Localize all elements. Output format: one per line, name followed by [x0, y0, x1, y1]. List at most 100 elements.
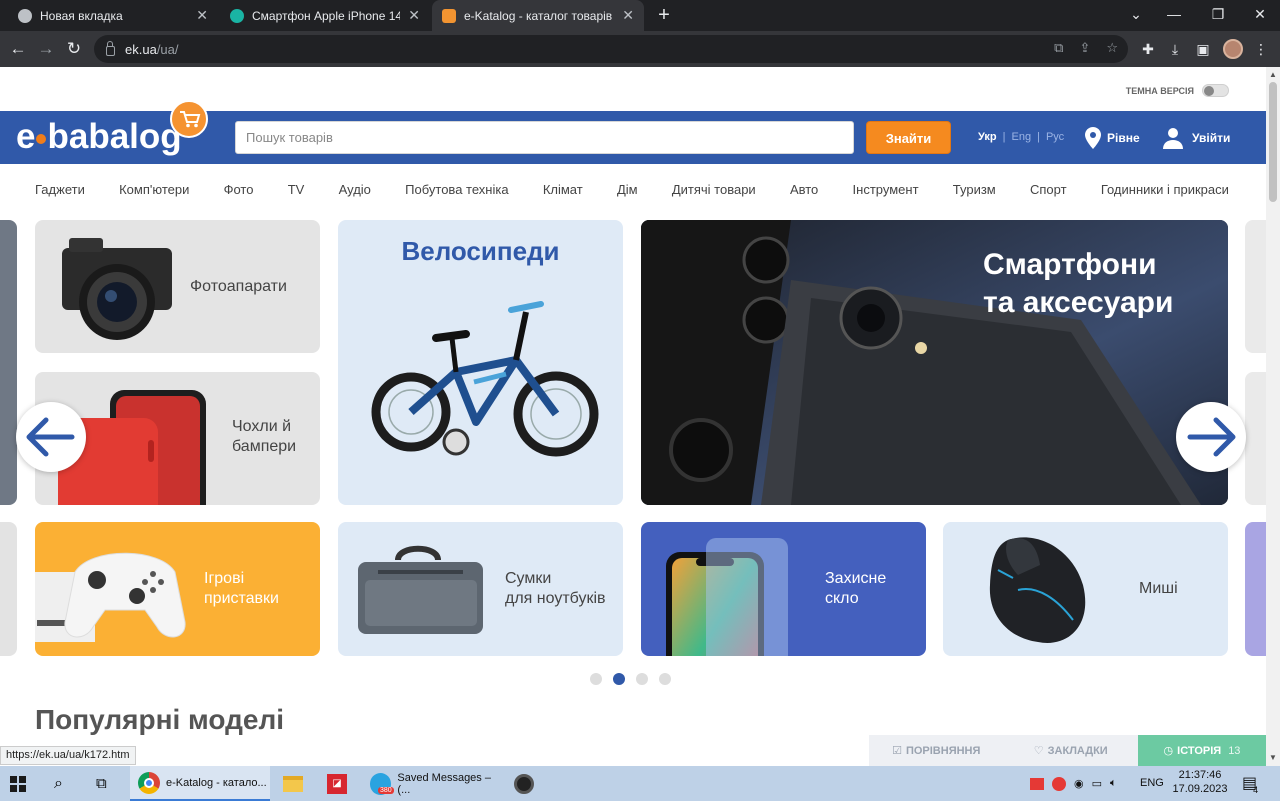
close-tab-icon[interactable]: ✕ [622, 7, 634, 24]
nav-gadgets[interactable]: Гаджети [35, 182, 85, 200]
tab-ekatalog[interactable]: e-Katalog - каталог товарів і цін ✕ [432, 0, 644, 31]
bicycle-image [371, 301, 599, 457]
slider-next-button[interactable] [1176, 402, 1246, 472]
windows-logo-icon [10, 775, 26, 792]
menu-dots-icon[interactable]: ⋮ [1252, 40, 1270, 58]
share-icon[interactable]: ⇪ [1079, 40, 1090, 56]
close-window-button[interactable]: ✕ [1240, 0, 1280, 31]
tab-search-icon[interactable]: ⌄ [1116, 0, 1156, 31]
address-bar[interactable]: ek.ua/ua/ ⧉ ⇪ ☆ [94, 35, 1128, 63]
page-scrollbar[interactable]: ▲ ▼ [1266, 67, 1280, 766]
compare-button[interactable]: ☑ ПОРІВНЯННЯ [869, 735, 1004, 766]
profile-avatar[interactable] [1223, 39, 1243, 59]
minimize-button[interactable]: — [1154, 0, 1194, 31]
scroll-up-icon[interactable]: ▲ [1269, 70, 1277, 79]
tray-app-icon[interactable] [1052, 776, 1066, 791]
next-slide-peek [1245, 522, 1266, 656]
card-bicycles[interactable]: Велосипеди [338, 220, 623, 505]
nav-tools[interactable]: Інструмент [853, 182, 919, 200]
card-laptop-bags[interactable]: Сумки для ноутбуків [338, 522, 623, 656]
nav-sport[interactable]: Спорт [1030, 182, 1067, 200]
nav-computers[interactable]: Комп'ютери [119, 182, 189, 200]
nav-auto[interactable]: Авто [790, 182, 818, 200]
obs-icon[interactable] [514, 766, 534, 801]
clock[interactable]: 21:37:46 17.09.2023 [1172, 766, 1228, 801]
bookmark-star-icon[interactable]: ☆ [1106, 40, 1118, 56]
history-label: ІСТОРІЯ [1177, 744, 1222, 757]
tray-app-icon[interactable] [1030, 777, 1044, 790]
nav-home[interactable]: Дім [617, 182, 638, 200]
start-button[interactable] [10, 766, 30, 801]
city-selector[interactable]: Рівне [1085, 127, 1140, 149]
system-tray: ◉ ▭ 🔈︎ [1030, 766, 1130, 801]
bookmarks-label: ЗАКЛАДКИ [1047, 744, 1108, 757]
bottom-tools-bar: ☑ ПОРІВНЯННЯ ♡ ЗАКЛАДКИ ◷ ІСТОРІЯ 13 [869, 735, 1266, 766]
nav-tv[interactable]: TV [288, 182, 305, 200]
volume-icon[interactable]: 🔈︎ [1110, 777, 1117, 790]
maximize-button[interactable]: ❐ [1198, 0, 1238, 31]
forward-arrow-icon[interactable]: → [34, 37, 58, 61]
taskbar-chrome[interactable]: e-Katalog - катало... [130, 766, 270, 801]
amd-software-icon[interactable]: ◪ [327, 766, 347, 801]
translate-icon[interactable]: ⧉ [1054, 40, 1063, 56]
card-title: Сумки [505, 570, 552, 587]
side-panel-icon[interactable]: ▣ [1194, 40, 1212, 58]
nav-watches[interactable]: Годинники і прикраси [1101, 182, 1229, 200]
nav-climate[interactable]: Клімат [543, 182, 583, 200]
chrome-icon [18, 8, 32, 23]
input-language[interactable]: ENG [1140, 766, 1164, 801]
slider-dot[interactable] [659, 673, 671, 685]
file-explorer-icon[interactable] [283, 766, 303, 801]
extensions-icon[interactable]: ✚ [1139, 40, 1157, 58]
url-path: /ua/ [156, 41, 179, 57]
scroll-down-icon[interactable]: ▼ [1269, 753, 1277, 762]
slider-dot-active[interactable] [613, 673, 625, 685]
new-tab-button[interactable]: + [652, 3, 676, 27]
history-count: 13 [1228, 744, 1241, 757]
lang-eng[interactable]: Eng [1012, 131, 1032, 143]
card-mice[interactable]: Миші [943, 522, 1228, 656]
dark-mode-toggle[interactable] [1202, 84, 1229, 97]
task-view-icon[interactable]: ⧉ [96, 766, 107, 801]
site-logo[interactable]: e babalog [16, 117, 182, 157]
network-icon[interactable]: ▭ [1092, 777, 1102, 790]
tab-iphone[interactable]: Смартфон Apple iPhone 14 Pro ✕ [220, 0, 430, 31]
nav-tourism[interactable]: Туризм [953, 182, 996, 200]
tab-new-tab[interactable]: Новая вкладка ✕ [8, 0, 218, 31]
card-screen-protectors[interactable]: Захисне скло [641, 522, 926, 656]
tab-title: Новая вкладка [40, 8, 123, 23]
card-cameras[interactable]: Фотоапарати [35, 220, 320, 353]
scrollbar-thumb[interactable] [1269, 82, 1277, 202]
notification-center[interactable]: ▤4 [1242, 766, 1262, 801]
search-input[interactable] [236, 122, 853, 153]
nav-appliances[interactable]: Побутова техніка [405, 182, 508, 200]
lang-divider: | [1002, 131, 1006, 143]
nav-photo[interactable]: Фото [224, 182, 254, 200]
reload-icon[interactable]: ↻ [62, 37, 86, 61]
nav-kids[interactable]: Дитячі товари [672, 182, 756, 200]
slider-dot[interactable] [590, 673, 602, 685]
close-tab-icon[interactable]: ✕ [408, 7, 420, 24]
slider-prev-button[interactable] [16, 402, 86, 472]
close-tab-icon[interactable]: ✕ [196, 7, 208, 24]
search-icon[interactable]: ⌕ [54, 766, 63, 801]
card-title: бампери [232, 438, 297, 455]
login-button[interactable]: Увійти [1162, 127, 1230, 149]
nav-audio[interactable]: Аудіо [339, 182, 371, 200]
tray-chevron-icon[interactable]: ◉ [1074, 777, 1084, 790]
back-arrow-icon[interactable]: ← [6, 37, 30, 61]
download-icon[interactable]: ⤓ [1166, 40, 1184, 58]
find-button[interactable]: Знайти [866, 121, 951, 154]
lang-rus[interactable]: Рус [1046, 131, 1064, 143]
card-title: Смартфони [983, 248, 1157, 281]
ekatalog-favicon-icon [442, 8, 456, 23]
card-consoles[interactable]: Ігрові приставки [35, 522, 320, 656]
slider-dot[interactable] [636, 673, 648, 685]
bookmarks-button[interactable]: ♡ ЗАКЛАДКИ [1004, 735, 1139, 766]
lang-ukr[interactable]: Укр [978, 131, 997, 143]
history-button[interactable]: ◷ ІСТОРІЯ 13 [1138, 735, 1266, 766]
card-smartphones[interactable]: Смартфони та аксесуари [641, 220, 1228, 505]
taskbar-telegram[interactable]: 380 Saved Messages – (... [364, 766, 504, 801]
logo-text-start: e [16, 117, 36, 156]
card-title: Захисне [825, 570, 887, 587]
